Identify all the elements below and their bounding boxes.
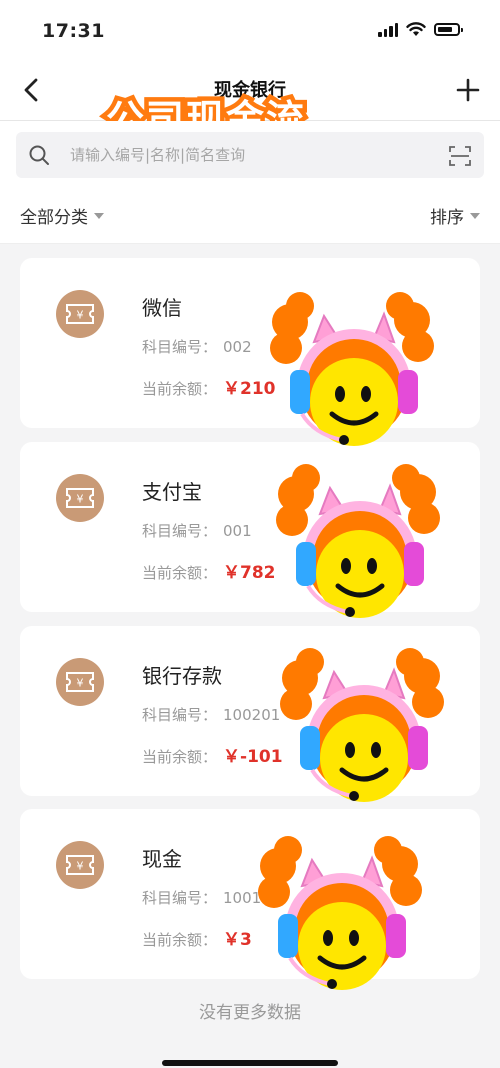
caret-down-icon [94,212,104,219]
status-icons [378,22,463,37]
wifi-icon [406,22,426,36]
svg-text:¥: ¥ [77,309,84,322]
no-more-data: 没有更多数据 [199,1003,301,1023]
battery-icon [434,23,463,36]
search-icon [29,145,49,165]
svg-text:¥: ¥ [77,677,84,690]
account-code: 002 [223,338,252,356]
ticket-icon: ¥ [56,474,104,522]
ticket-icon: ¥ [56,658,104,706]
search-box[interactable] [16,132,484,178]
add-button[interactable] [452,72,484,108]
account-name: 银行存款 [142,664,222,688]
account-balance: ￥3 [223,930,252,950]
cellular-signal-icon [378,22,398,37]
home-indicator[interactable] [162,1060,338,1066]
account-balance-row: 当前余额： ￥782 [142,563,276,583]
mascot-sticker [258,836,422,990]
account-name: 微信 [142,296,182,320]
account-code-row: 科目编号： 100201 [142,706,281,724]
mascot-sticker [280,648,444,802]
category-filter-label: 全部分类 [20,208,88,228]
account-balance-row: 当前余额： ￥-101 [142,747,283,767]
status-time: 17:31 [42,20,105,42]
sort-filter[interactable]: 排序 [430,203,480,228]
account-name: 现金 [142,847,182,871]
status-bar: 17:31 [0,0,500,64]
account-code-row: 科目编号： 001 [142,522,252,540]
svg-text:¥: ¥ [77,493,84,506]
mascot-sticker [276,464,440,618]
scan-icon[interactable] [448,144,472,168]
account-name: 支付宝 [142,480,202,504]
ticket-icon: ¥ [56,841,104,889]
caret-down-icon [470,212,480,219]
filter-bar: 全部分类 排序 [0,189,500,244]
mascot-sticker [270,292,434,446]
category-filter[interactable]: 全部分类 [20,203,104,228]
account-balance-row: 当前余额： ￥3 [142,930,252,950]
svg-text:¥: ¥ [77,860,84,873]
account-balance-row: 当前余额： ￥210 [142,379,276,399]
account-code-row: 科目编号： 002 [142,338,252,356]
sort-filter-label: 排序 [430,208,464,228]
search-section [0,121,500,189]
account-code: 001 [223,522,252,540]
ticket-icon: ¥ [56,290,104,338]
search-input[interactable] [70,132,430,178]
